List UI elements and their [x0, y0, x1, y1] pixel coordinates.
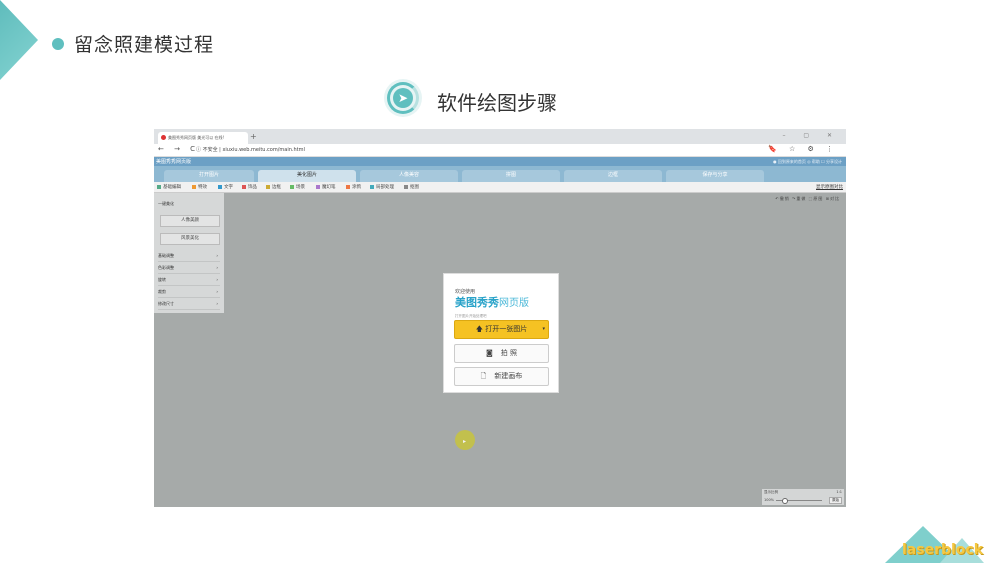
- tab-portrait[interactable]: 人像美容: [360, 170, 458, 182]
- tool-bar: 基础编辑 特效 文字 饰品 边框 场景 魔幻笔 涂鸦 局部处理 抠图 显示原图对…: [154, 182, 846, 193]
- browser-tab[interactable]: 美图秀秀网页版 美光可以 在线!: [158, 132, 248, 144]
- cursor-highlight: ▸: [455, 430, 475, 450]
- compass-icon: ➤: [384, 79, 422, 117]
- browser-action-icons[interactable]: 🔖 ☆ ⚙ ⋮: [768, 145, 838, 153]
- favicon-icon: [161, 135, 166, 140]
- corner-decoration: [0, 0, 38, 80]
- camera-button[interactable]: ◙ 拍 照: [454, 344, 549, 363]
- browser-tabbar: 美图秀秀网页版 美光可以 在线! + – ▢ ✕: [154, 129, 846, 144]
- new-canvas-button[interactable]: 🗋 新建画布: [454, 367, 549, 386]
- zoom-panel: 显示比例 1:1 100% 原始: [762, 489, 844, 505]
- tab-collage[interactable]: 拼图: [462, 170, 560, 182]
- bullet-dot: [52, 38, 64, 50]
- dialog-hint: 打开图片开始处理吧: [455, 314, 487, 318]
- tool-decoration[interactable]: 饰品: [242, 184, 257, 190]
- tab-open-image[interactable]: 打开图片: [164, 170, 254, 182]
- slide-title: 留念照建模过程: [74, 34, 215, 56]
- zoom-slider-handle[interactable]: [782, 498, 788, 504]
- welcome-dialog: 欢迎使用 美图秀秀网页版 打开图片开始处理吧 🡅 打开一张图片 ▾ ◙ 拍 照 🗋 新…: [443, 273, 559, 393]
- app-header: 美图秀秀网页版 ● 回到原来的首页 ◎ 帮助 ☐ 分享设计: [154, 157, 846, 166]
- nav-buttons[interactable]: ← → C: [158, 145, 199, 153]
- compare-link[interactable]: 显示原图对比: [816, 184, 843, 190]
- tool-effects[interactable]: 特效: [192, 184, 207, 190]
- tool-local[interactable]: 局部处理: [370, 184, 394, 190]
- caret-down-icon[interactable]: ▾: [542, 321, 545, 338]
- scenery-beauty-button[interactable]: 风景美化: [160, 233, 220, 245]
- sidebar-item-basic[interactable]: 基础调整 ›: [158, 251, 220, 262]
- zoom-label: 显示比例: [764, 490, 778, 494]
- camera-icon: ◙: [485, 349, 493, 357]
- tab-title: 美图秀秀网页版 美光可以 在线!: [168, 135, 225, 140]
- app-header-links[interactable]: ● 回到原来的首页 ◎ 帮助 ☐ 分享设计: [773, 159, 842, 165]
- tool-text[interactable]: 文字: [218, 184, 233, 190]
- tool-scene[interactable]: 场景: [290, 184, 305, 190]
- upload-icon: 🡅: [475, 325, 486, 333]
- address-bar: ← → C ⓘ 不安全 | xiuxiu.web.meitu.com/main.…: [154, 144, 846, 157]
- zoom-fit-button[interactable]: 原始: [829, 497, 842, 504]
- sidebar-item-rotate[interactable]: 旋转 ›: [158, 275, 220, 286]
- sidebar-head[interactable]: 一键美化: [158, 201, 174, 207]
- brand-logo: laserblock: [902, 542, 984, 558]
- step-title: 软件绘图步骤: [437, 91, 557, 115]
- tab-frame[interactable]: 边框: [564, 170, 662, 182]
- browser-screenshot: 美图秀秀网页版 美光可以 在线! + – ▢ ✕ ← → C ⓘ 不安全 | x…: [154, 129, 846, 507]
- sidebar-item-resize[interactable]: 修改尺寸 ›: [158, 299, 220, 310]
- tool-cutout[interactable]: 抠图: [404, 184, 419, 190]
- tab-save-share[interactable]: 保存与分享: [666, 170, 764, 182]
- tool-border[interactable]: 边框: [266, 184, 281, 190]
- tool-graffiti[interactable]: 涂鸦: [346, 184, 361, 190]
- tab-beautify[interactable]: 美化图片: [258, 170, 356, 182]
- window-controls[interactable]: – ▢ ✕: [782, 132, 840, 139]
- zoom-ratio[interactable]: 1:1: [836, 490, 842, 494]
- meitu-logo: 美图秀秀网页版: [455, 296, 529, 309]
- new-tab-button[interactable]: +: [250, 132, 257, 141]
- open-image-button[interactable]: 🡅 打开一张图片 ▾: [454, 320, 549, 339]
- sidebar: 一键美化 人像美颜 风景美化 基础调整 › 色彩调整 › 旋转 › 裁剪 › 修改尺寸 ›: [154, 193, 224, 313]
- tool-magic-pen[interactable]: 魔幻笔: [316, 184, 336, 190]
- tool-basic-edit[interactable]: 基础编辑: [157, 184, 181, 190]
- portrait-beauty-button[interactable]: 人像美颜: [160, 215, 220, 227]
- menu-bar: 打开图片 美化图片 人像美容 拼图 边框 保存与分享: [154, 166, 846, 182]
- app-logo: 美图秀秀网页版: [156, 159, 192, 165]
- edit-actions[interactable]: ↶撤销 ↷重做 ⬚原图 ⊞对比: [775, 196, 840, 202]
- sidebar-item-crop[interactable]: 裁剪 ›: [158, 287, 220, 298]
- zoom-value: 100%: [764, 498, 775, 502]
- sidebar-item-color[interactable]: 色彩调整 ›: [158, 263, 220, 274]
- document-icon: 🗋: [480, 372, 487, 380]
- url-input[interactable]: ⓘ 不安全 | xiuxiu.web.meitu.com/main.html: [196, 146, 305, 153]
